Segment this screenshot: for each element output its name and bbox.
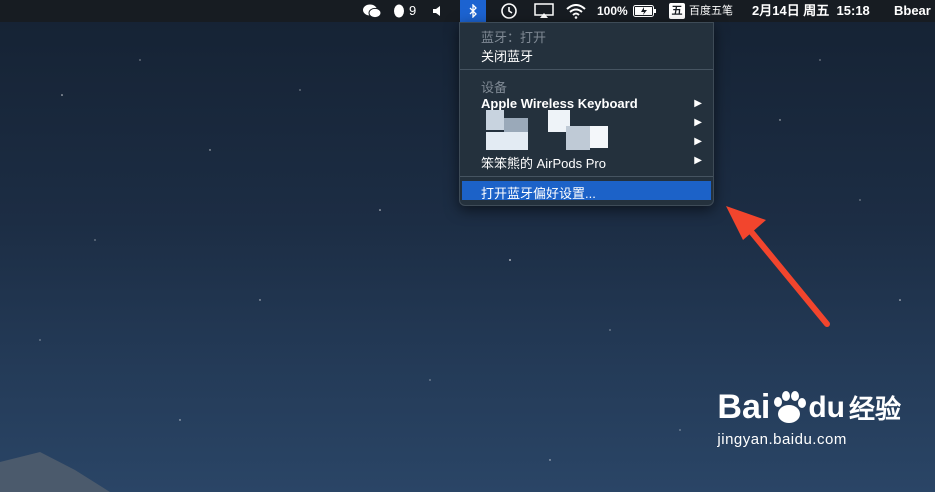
- baidu-jingyan-watermark: Bai du 经验 jingyan.baidu.com: [717, 388, 901, 448]
- watermark-url: jingyan.baidu.com: [717, 431, 847, 448]
- watermark-du: du: [808, 390, 845, 424]
- watermark-bai: Bai: [717, 388, 771, 426]
- watermark-jingyan: 经验: [848, 394, 901, 424]
- paw-icon: [774, 390, 807, 423]
